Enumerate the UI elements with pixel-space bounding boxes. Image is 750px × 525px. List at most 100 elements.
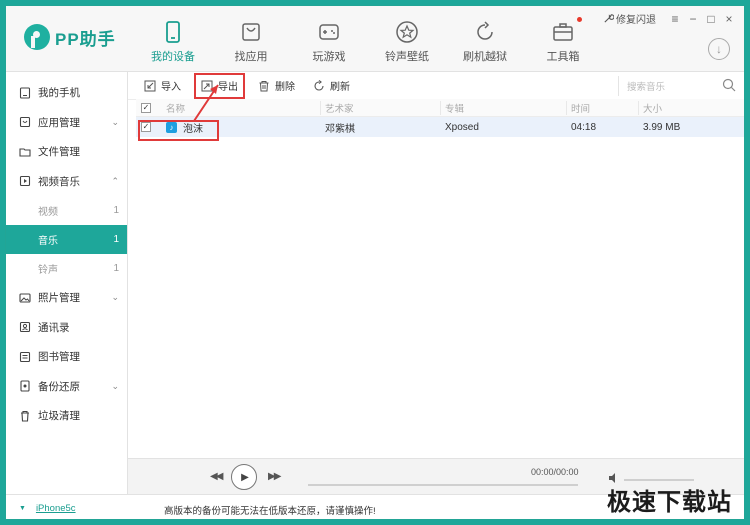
app-logo: PP助手 <box>24 24 116 50</box>
search-icon[interactable] <box>722 78 736 92</box>
device-name[interactable]: iPhone5c <box>36 503 76 514</box>
trash-icon <box>21 410 29 422</box>
annotation-arrow <box>193 84 219 122</box>
minimize-button[interactable]: − <box>684 12 702 26</box>
col-name[interactable]: 名称 <box>156 101 320 115</box>
sidebar-item-label: 应用管理 <box>38 116 80 129</box>
next-button[interactable]: ▶▶ <box>268 471 281 482</box>
table-row[interactable]: ✓ ♪ 泡沫 邓紫棋 Xposed 04:18 3.99 MB <box>136 117 744 137</box>
trash-icon <box>259 80 269 91</box>
select-all-cell[interactable]: ✓ <box>136 102 156 113</box>
delete-label: 删除 <box>275 82 295 93</box>
sidebar-subitem-label: 视频 <box>38 207 58 218</box>
sidebar-item-photos[interactable]: 照片管理 ⌄ <box>6 283 127 313</box>
window-controls: 修复闪退 ≡ − □ × <box>603 11 738 26</box>
shopping-bag-icon <box>242 23 260 41</box>
video-icon <box>19 176 31 187</box>
nav-label: 我的设备 <box>151 51 195 63</box>
nav-toolbox[interactable]: 工具箱 <box>524 6 602 72</box>
sidebar-item-label: 文件管理 <box>38 146 80 159</box>
device-selector[interactable]: ▼ iPhone5c <box>19 503 76 514</box>
wrench-icon <box>604 14 614 23</box>
nav-label: 铃声壁纸 <box>385 51 429 63</box>
folder-icon <box>19 148 31 157</box>
sidebar-item-label: 照片管理 <box>38 292 80 305</box>
refresh-label: 刷新 <box>330 82 350 93</box>
sidebar-item-video-music[interactable]: 视频音乐 ⌃ <box>6 167 127 197</box>
app-name: PP助手 <box>55 29 116 49</box>
progress-slider[interactable] <box>308 484 578 486</box>
top-nav: 我的设备 找应用 玩游戏 铃声壁纸 刷机越狱 工具箱 <box>134 6 602 72</box>
sidebar-subitem-ringtones[interactable]: 铃声 1 <box>6 254 127 283</box>
item-count: 1 <box>113 205 119 216</box>
refresh-button[interactable]: 刷新 <box>311 76 352 96</box>
nav-my-device[interactable]: 我的设备 <box>134 6 212 72</box>
nav-label: 找应用 <box>234 51 268 63</box>
sidebar-item-label: 图书管理 <box>38 351 80 364</box>
col-album[interactable]: 专辑 <box>440 100 566 115</box>
triangle-down-icon: ▼ <box>19 505 26 512</box>
delete-button[interactable]: 删除 <box>256 76 297 96</box>
sidebar-item-label: 垃圾清理 <box>38 410 80 423</box>
nav-games[interactable]: 玩游戏 <box>290 6 368 72</box>
col-size[interactable]: 大小 <box>638 100 738 115</box>
sidebar-item-junk-clean[interactable]: 垃圾清理 <box>6 401 127 431</box>
download-icon[interactable]: ↓ <box>708 38 730 60</box>
col-time[interactable]: 时间 <box>566 100 638 115</box>
cell-album: Xposed <box>445 121 479 133</box>
sidebar-item-my-phone[interactable]: 我的手机 <box>6 78 127 108</box>
close-button[interactable]: × <box>720 12 738 26</box>
playback-time: 00:00/00:00 <box>531 467 579 477</box>
sidebar-item-backup[interactable]: 备份还原 ⌄ <box>6 372 127 402</box>
nav-flash-jailbreak[interactable]: 刷机越狱 <box>446 6 524 72</box>
maximize-button[interactable]: □ <box>702 12 720 26</box>
status-message: 高版本的备份可能无法在低版本还原，请谨慎操作! <box>164 506 376 517</box>
select-all-checkbox[interactable]: ✓ <box>141 102 151 113</box>
item-count: 1 <box>113 234 119 245</box>
cell-time: 04:18 <box>571 121 597 133</box>
cell-size: 3.99 MB <box>643 121 681 133</box>
sidebar-subitem-music[interactable]: 音乐 1 <box>6 225 127 254</box>
toolbox-icon <box>553 23 573 41</box>
sidebar-item-label: 我的手机 <box>38 87 80 100</box>
app-window: PP助手 我的设备 找应用 玩游戏 铃声壁纸 刷机越狱 工具箱 修复闪退 ≡ −… <box>5 5 745 520</box>
chevron-down-icon: ⌄ <box>111 292 119 303</box>
apps-icon <box>19 117 31 128</box>
search-placeholder: 搜索音乐 <box>627 82 666 93</box>
phone-outline-icon <box>19 87 31 99</box>
table-header: ✓ 名称 艺术家 专辑 时间 大小 <box>136 99 744 117</box>
import-icon <box>144 80 156 91</box>
sidebar-subitem-label: 音乐 <box>38 236 58 247</box>
cell-artist: 邓紫棋 <box>325 123 355 135</box>
nav-label: 玩游戏 <box>312 51 346 63</box>
nav-ringtones-wallpapers[interactable]: 铃声壁纸 <box>368 6 446 72</box>
sidebar-item-label: 备份还原 <box>38 380 80 393</box>
play-button[interactable]: ▶ <box>231 464 257 490</box>
menu-button[interactable]: ≡ <box>666 12 684 26</box>
nav-find-apps[interactable]: 找应用 <box>212 6 290 72</box>
chevron-down-icon: ⌄ <box>111 116 119 127</box>
contacts-icon <box>19 322 31 333</box>
pp-logo-icon <box>24 24 50 50</box>
sidebar: 我的手机 应用管理 ⌄ 文件管理 视频音乐 ⌃ 视频 1 音乐 1 铃声 1 照… <box>6 72 128 494</box>
col-artist[interactable]: 艺术家 <box>320 100 440 115</box>
repair-crash-button[interactable]: 修复闪退 <box>603 11 656 26</box>
sidebar-item-label: 视频音乐 <box>38 175 80 188</box>
search-input[interactable]: 搜索音乐 <box>618 76 738 96</box>
chevron-up-icon: ⌃ <box>111 175 119 186</box>
backup-icon <box>20 380 30 392</box>
nav-label: 刷机越狱 <box>463 51 507 63</box>
sidebar-item-books[interactable]: 图书管理 <box>6 342 127 372</box>
sidebar-item-contacts[interactable]: 通讯录 <box>6 313 127 343</box>
volume-slider[interactable] <box>624 479 694 481</box>
chevron-down-icon: ⌄ <box>111 380 119 391</box>
sidebar-subitem-label: 铃声 <box>38 265 58 276</box>
notification-dot <box>577 17 582 22</box>
import-button[interactable]: 导入 <box>142 76 183 96</box>
music-table: ✓ 名称 艺术家 专辑 时间 大小 ✓ ♪ 泡沫 邓紫棋 Xposed 04:1… <box>136 99 744 137</box>
sidebar-item-files[interactable]: 文件管理 <box>6 137 127 167</box>
sidebar-item-apps[interactable]: 应用管理 ⌄ <box>6 108 127 138</box>
refresh-icon <box>314 79 324 91</box>
sidebar-subitem-video[interactable]: 视频 1 <box>6 196 127 225</box>
previous-button[interactable]: ◀◀ <box>210 471 223 482</box>
